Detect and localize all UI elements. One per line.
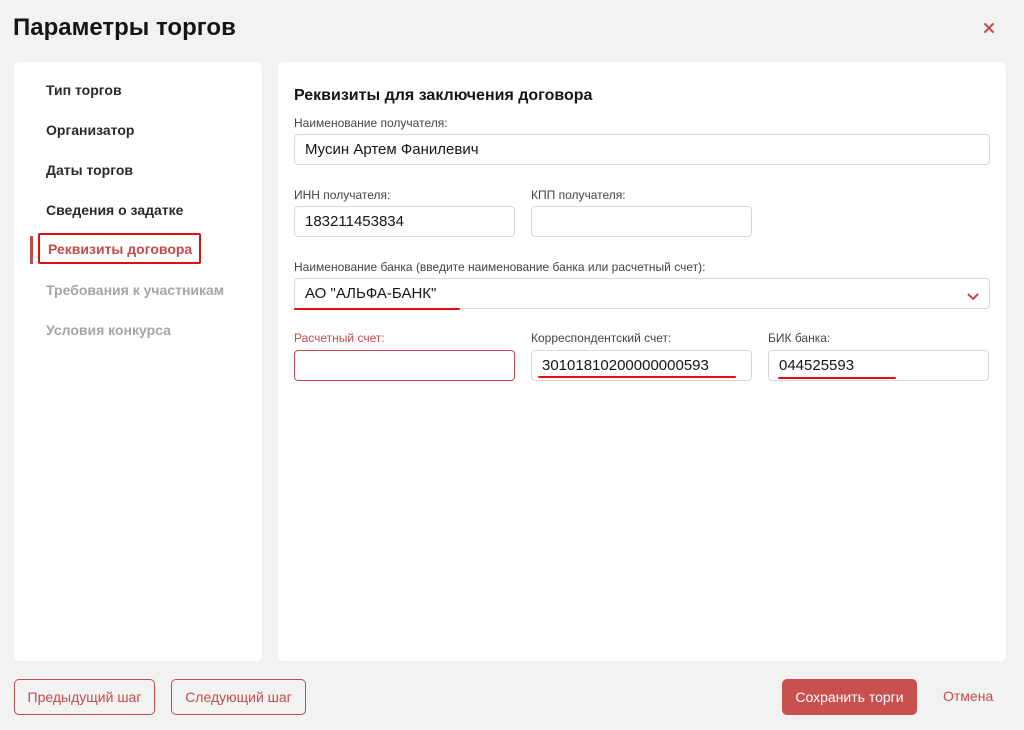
cancel-link[interactable]: Отмена <box>943 688 993 704</box>
account-field[interactable] <box>294 350 515 381</box>
sidebar-item-deposit[interactable]: Сведения о задатке <box>46 202 183 218</box>
bank-name-highlight <box>294 308 460 310</box>
bik-label: БИК банка: <box>768 331 831 345</box>
sidebar-item-dates[interactable]: Даты торгов <box>46 162 133 178</box>
inn-field[interactable]: 183211453834 <box>294 206 515 237</box>
corr-account-highlight <box>538 376 736 378</box>
account-label: Расчетный счет: <box>294 331 385 345</box>
sidebar-item-contract-details[interactable]: Реквизиты договора <box>38 233 201 264</box>
close-icon[interactable] <box>981 20 997 36</box>
inn-label: ИНН получателя: <box>294 188 391 202</box>
corr-account-label: Корреспондентский счет: <box>531 331 672 345</box>
bank-name-label: Наименование банка (введите наименование… <box>294 260 706 274</box>
recipient-name-label: Наименование получателя: <box>294 116 448 130</box>
sidebar: Тип торгов Организатор Даты торгов Сведе… <box>14 62 262 661</box>
next-step-button[interactable]: Следующий шаг <box>171 679 306 715</box>
save-button[interactable]: Сохранить торги <box>782 679 917 715</box>
sidebar-item-requirements[interactable]: Требования к участникам <box>46 282 224 298</box>
page-title: Параметры торгов <box>13 14 236 41</box>
sidebar-item-contest-terms[interactable]: Условия конкурса <box>46 322 171 338</box>
sidebar-item-type[interactable]: Тип торгов <box>46 82 122 98</box>
sidebar-active-indicator <box>30 236 33 264</box>
kpp-label: КПП получателя: <box>531 188 626 202</box>
prev-step-button[interactable]: Предыдущий шаг <box>14 679 155 715</box>
recipient-name-field[interactable]: Мусин Артем Фанилевич <box>294 134 990 165</box>
bik-highlight <box>778 377 896 379</box>
content-panel: Реквизиты для заключения договора Наимен… <box>278 62 1006 661</box>
chevron-down-icon[interactable] <box>967 289 979 300</box>
kpp-field[interactable] <box>531 206 752 237</box>
sidebar-item-organizer[interactable]: Организатор <box>46 122 134 138</box>
section-title: Реквизиты для заключения договора <box>294 87 593 104</box>
bank-name-value: АО "АЛЬФА-БАНК" <box>305 285 437 302</box>
bank-name-select[interactable]: АО "АЛЬФА-БАНК" <box>294 278 990 309</box>
